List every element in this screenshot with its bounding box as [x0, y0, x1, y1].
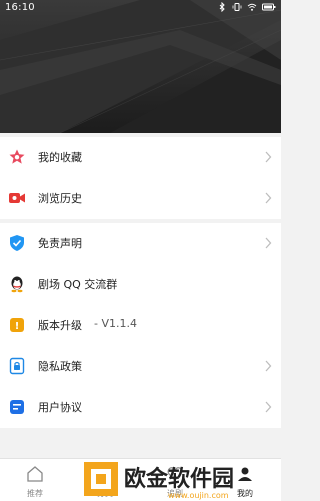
watermark-url: www.oujin.com: [168, 491, 229, 500]
menu-item-label: 用户协议: [38, 401, 82, 414]
status-bar: 16:10: [0, 0, 281, 16]
star-icon: [9, 149, 25, 164]
qq-penguin-icon: [11, 276, 23, 293]
nav-tab-label: 推荐: [27, 489, 43, 498]
home-icon: [27, 466, 43, 482]
chevron-right-icon: [265, 151, 272, 163]
wifi-icon: [247, 3, 257, 11]
chevron-right-icon: [265, 192, 272, 204]
watermark-logo: 欧金软件园 www.oujin.com: [84, 462, 234, 500]
menu-item-qq-group[interactable]: 剧场 QQ 交流群: [0, 264, 281, 305]
chevron-right-icon: [265, 401, 272, 413]
status-time: 16:10: [5, 2, 35, 13]
menu-item-label: 免责声明: [38, 237, 82, 250]
bluetooth-icon: [219, 2, 225, 12]
nav-tab-recommend[interactable]: 推荐: [0, 459, 70, 501]
lock-doc-icon: [9, 357, 25, 375]
menu-item-disclaimer[interactable]: 免责声明: [0, 223, 281, 264]
video-camera-icon: [9, 193, 25, 203]
svg-text:!: !: [15, 321, 20, 332]
status-icons: [217, 2, 276, 12]
menu-item-privacy[interactable]: 隐私政策: [0, 346, 281, 387]
chevron-right-icon: [265, 360, 272, 372]
document-icon: [10, 400, 24, 414]
upgrade-icon: !: [10, 318, 24, 332]
menu-item-favorites[interactable]: 我的收藏: [0, 137, 281, 178]
menu-item-history[interactable]: 浏览历史: [0, 178, 281, 219]
profile-header-banner: 16:10: [0, 0, 281, 133]
version-number: - V1.1.4: [94, 317, 137, 330]
menu-item-label: 剧场 QQ 交流群: [38, 278, 118, 291]
shield-icon: [10, 235, 24, 251]
battery-icon: [262, 3, 276, 11]
banner-background: [0, 0, 281, 133]
watermark-text: 欧金软件园: [124, 466, 234, 492]
chevron-right-icon: [265, 237, 272, 249]
vibrate-icon: [232, 3, 242, 11]
menu-item-label: 浏览历史: [38, 192, 82, 205]
menu-item-label: 隐私政策: [38, 360, 82, 373]
menu-item-label: 我的收藏: [38, 151, 82, 164]
menu-item-version[interactable]: ! 版本升级 - V1.1.4: [0, 305, 281, 346]
menu-item-label: 版本升级: [38, 319, 82, 332]
menu-item-agreement[interactable]: 用户协议: [0, 387, 281, 428]
